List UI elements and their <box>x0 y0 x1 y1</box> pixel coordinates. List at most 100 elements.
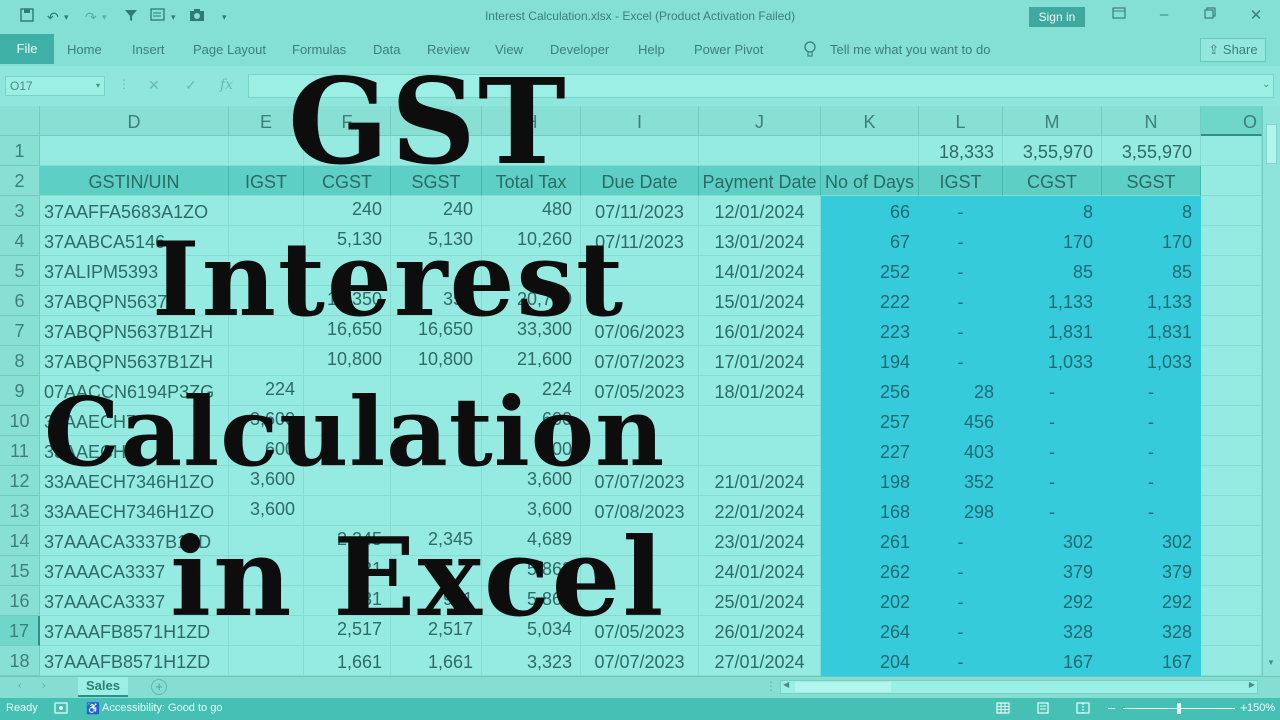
cell[interactable] <box>1201 466 1262 496</box>
table-cell[interactable]: 07/06/2023 <box>581 316 699 346</box>
table-cell[interactable]: 20,700 <box>482 286 581 316</box>
table-cell[interactable]: 07/05/2023 <box>581 616 699 646</box>
table-cell[interactable]: - <box>919 616 1003 646</box>
page-break-view-icon[interactable] <box>1076 702 1090 717</box>
tab-power-pivot[interactable]: Power Pivot <box>694 42 763 57</box>
table-cell[interactable] <box>581 256 699 286</box>
row-header[interactable]: 15 <box>0 556 40 586</box>
table-cell[interactable]: 170 <box>1102 226 1201 256</box>
sheet-tab-sales[interactable]: Sales <box>78 677 128 697</box>
table-cell[interactable]: - <box>919 646 1003 676</box>
macro-record-icon[interactable] <box>54 702 68 717</box>
name-box[interactable]: O17 ▾ <box>5 76 105 96</box>
table-cell[interactable]: 37AAACA3337 <box>40 556 229 586</box>
page-layout-view-icon[interactable] <box>1036 702 1050 717</box>
table-cell[interactable]: - <box>919 526 1003 556</box>
table-cell[interactable]: 1,133 <box>1102 286 1201 316</box>
table-header-cell[interactable]: Total Tax <box>482 166 581 196</box>
table-cell[interactable] <box>304 376 391 406</box>
table-cell[interactable]: 10,260 <box>482 226 581 256</box>
table-cell[interactable]: 264 <box>821 616 919 646</box>
row-header[interactable]: 9 <box>0 376 40 406</box>
table-cell[interactable]: 403 <box>919 436 1003 466</box>
cell[interactable] <box>1201 286 1262 316</box>
table-cell[interactable] <box>304 406 391 436</box>
table-cell[interactable]: 931 <box>304 556 391 586</box>
table-cell[interactable] <box>581 406 699 436</box>
table-cell[interactable]: - <box>1102 466 1201 496</box>
table-header-cell[interactable]: Due Date <box>581 166 699 196</box>
table-cell[interactable]: 33AAECH7 <box>40 406 229 436</box>
table-cell[interactable] <box>304 256 391 286</box>
table-cell[interactable] <box>229 286 304 316</box>
table-cell[interactable] <box>304 436 391 466</box>
table-cell[interactable]: 3,600 <box>482 466 581 496</box>
cell[interactable] <box>1201 136 1262 166</box>
table-cell[interactable]: 37AAFFA5683A1ZO <box>40 196 229 226</box>
table-cell[interactable]: 37ABQPN5637B1ZH <box>40 346 229 376</box>
table-cell[interactable] <box>229 226 304 256</box>
cancel-icon[interactable]: ✕ <box>148 77 160 94</box>
table-cell[interactable]: 931 <box>391 586 482 616</box>
table-cell[interactable]: 8 <box>1003 196 1102 226</box>
table-cell[interactable]: - <box>919 316 1003 346</box>
table-cell[interactable]: - <box>919 256 1003 286</box>
table-cell[interactable]: - <box>1102 436 1201 466</box>
cell[interactable] <box>391 136 482 166</box>
row-header[interactable]: 10 <box>0 406 40 436</box>
table-cell[interactable] <box>391 466 482 496</box>
table-cell[interactable]: 15/01/2024 <box>699 286 821 316</box>
table-cell[interactable]: 37ABQPN5637B1ZH <box>40 316 229 346</box>
table-cell[interactable] <box>304 496 391 526</box>
table-cell[interactable]: 33AAECH7346H1ZO <box>40 496 229 526</box>
table-cell[interactable]: 07AACCN6194P3ZG <box>40 376 229 406</box>
cell[interactable] <box>1201 226 1262 256</box>
table-cell[interactable]: 3,323 <box>482 646 581 676</box>
row-header[interactable]: 18 <box>0 646 40 676</box>
table-header-cell[interactable]: No of Days <box>821 166 919 196</box>
restore-icon[interactable] <box>1200 6 1220 23</box>
table-cell[interactable]: 256 <box>821 376 919 406</box>
vertical-scrollbar[interactable]: ▼ <box>1262 106 1280 676</box>
ribbon-display-options-icon[interactable] <box>1109 6 1129 23</box>
table-header-cell[interactable]: IGST <box>229 166 304 196</box>
row-header[interactable]: 3 <box>0 196 40 226</box>
table-cell[interactable]: 240 <box>304 196 391 226</box>
table-cell[interactable] <box>229 346 304 376</box>
table-header-cell[interactable]: IGST <box>919 166 1003 196</box>
column-header-o[interactable]: O <box>1201 106 1262 136</box>
table-cell[interactable]: 07/07/2023 <box>581 346 699 376</box>
table-cell[interactable]: 37ALIPM5393 <box>40 256 229 286</box>
cell[interactable] <box>1201 166 1262 196</box>
tab-home[interactable]: Home <box>67 42 102 57</box>
table-cell[interactable] <box>581 436 699 466</box>
table-cell[interactable]: 17/01/2024 <box>699 346 821 376</box>
table-cell[interactable]: 3,600 <box>229 496 304 526</box>
zoom-slider-thumb[interactable] <box>1177 703 1181 714</box>
tab-view[interactable]: View <box>495 42 523 57</box>
row-header[interactable]: 5 <box>0 256 40 286</box>
row-header[interactable]: 2 <box>0 166 40 196</box>
cell[interactable] <box>1201 556 1262 586</box>
table-cell[interactable]: 257 <box>821 406 919 436</box>
table-cell[interactable] <box>391 256 482 286</box>
table-cell[interactable]: 13/01/2024 <box>699 226 821 256</box>
cell[interactable] <box>699 136 821 166</box>
table-cell[interactable]: 1,661 <box>391 646 482 676</box>
table-cell[interactable]: 18/01/2024 <box>699 376 821 406</box>
column-header-m[interactable]: M <box>1003 106 1102 136</box>
table-cell[interactable]: 600 <box>229 436 304 466</box>
table-cell[interactable]: 22/01/2024 <box>699 496 821 526</box>
row-header[interactable]: 8 <box>0 346 40 376</box>
table-cell[interactable]: 8 <box>1102 196 1201 226</box>
table-cell[interactable]: 21,600 <box>482 346 581 376</box>
scroll-left-icon[interactable]: ◀ <box>783 680 789 689</box>
table-cell[interactable] <box>229 616 304 646</box>
table-cell[interactable]: 480 <box>482 196 581 226</box>
cell[interactable] <box>1201 616 1262 646</box>
table-cell[interactable]: 292 <box>1102 586 1201 616</box>
table-cell[interactable]: - <box>919 346 1003 376</box>
table-cell[interactable]: 21/01/2024 <box>699 466 821 496</box>
row-header[interactable]: 7 <box>0 316 40 346</box>
table-cell[interactable]: 07/07/2023 <box>581 466 699 496</box>
